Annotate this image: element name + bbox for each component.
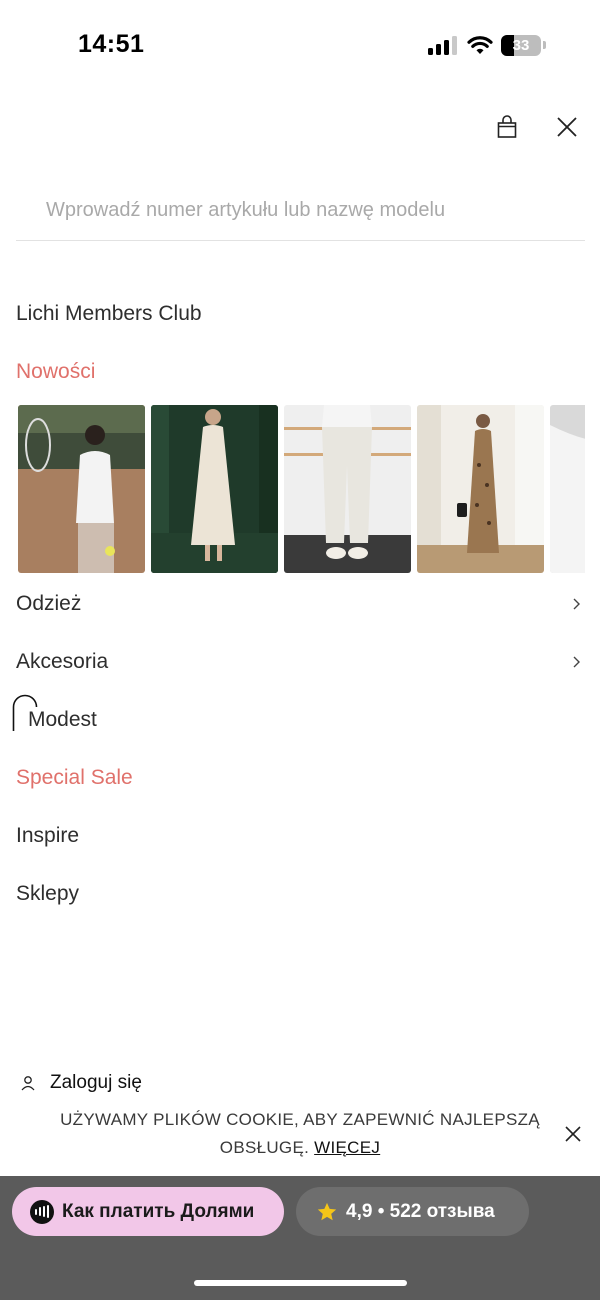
product-image: [550, 405, 585, 573]
status-bar: 14:51 33: [0, 0, 600, 90]
status-time: 14:51: [78, 30, 145, 58]
cookie-text: UŻYWAMY PLIKÓW COOKIE, ABY ZAPEWNIĆ NAJL…: [40, 1106, 560, 1162]
cellular-signal-icon: [428, 35, 457, 55]
shopping-bag-icon: [497, 115, 517, 138]
menu-item-label: Nowości: [16, 360, 96, 383]
menu-item-special-sale[interactable]: Special Sale: [16, 766, 585, 790]
menu-item-label: Akcesoria: [16, 650, 109, 673]
menu-item-modest[interactable]: Modest: [28, 708, 585, 732]
new-arrivals-carousel[interactable]: [18, 405, 585, 574]
menu-item-label: Odzież: [16, 592, 82, 615]
dolyami-logo-icon: [30, 1199, 54, 1224]
login-label: Zaloguj się: [50, 1072, 142, 1093]
menu-item-label: Inspire: [16, 824, 80, 847]
rating-label: 4,9 • 522 отзыва: [346, 1200, 495, 1222]
product-tile[interactable]: [284, 405, 411, 573]
cookie-more-link[interactable]: WIĘCEJ: [314, 1138, 380, 1157]
status-icons: 33: [428, 33, 546, 57]
battery-icon: 33: [501, 34, 541, 56]
product-image: [151, 405, 278, 573]
header-actions: [492, 112, 582, 142]
cookie-close-button[interactable]: [562, 1124, 584, 1146]
menu-item-clothing[interactable]: Odzież: [16, 592, 585, 616]
wifi-icon: [467, 36, 493, 54]
menu-item-inspire[interactable]: Inspire: [16, 824, 585, 848]
home-indicator[interactable]: [194, 1280, 407, 1286]
product-image: [18, 405, 145, 573]
battery-cap: [543, 41, 546, 49]
login-link[interactable]: Zaloguj się: [20, 1072, 142, 1094]
close-icon: [557, 117, 577, 137]
pay-button-label: Как платить Долями: [62, 1200, 255, 1222]
chevron-right-icon: [573, 656, 580, 668]
shopping-bag-button[interactable]: [492, 112, 522, 142]
product-tile[interactable]: [550, 405, 585, 573]
menu-item-stores[interactable]: Sklepy: [16, 882, 585, 906]
product-image: [417, 405, 544, 573]
reviews-rating-button[interactable]: 4,9 • 522 отзыва: [296, 1187, 529, 1236]
star-icon: [317, 1202, 337, 1220]
close-icon: [565, 1125, 581, 1142]
menu-item-accessories[interactable]: Akcesoria: [16, 650, 585, 674]
battery-percent: 33: [512, 36, 530, 54]
cookie-banner: UŻYWAMY PLIKÓW COOKIE, ABY ZAPEWNIĆ NAJL…: [0, 1092, 600, 1176]
search-bar: [16, 188, 585, 241]
close-menu-button[interactable]: [552, 112, 582, 142]
cookie-message: UŻYWAMY PLIKÓW COOKIE, ABY ZAPEWNIĆ NAJL…: [60, 1110, 540, 1157]
menu-item-label: Lichi Members Club: [16, 302, 202, 325]
menu-item-members-club[interactable]: Lichi Members Club: [16, 302, 585, 326]
search-input[interactable]: [16, 188, 585, 232]
product-tile[interactable]: [417, 405, 544, 573]
bottom-bar: Как платить Долями 4,9 • 522 отзыва: [0, 1176, 600, 1300]
product-image: [284, 405, 411, 573]
product-tile[interactable]: [18, 405, 145, 573]
menu-item-label: Special Sale: [16, 766, 133, 789]
menu-item-new[interactable]: Nowości: [16, 360, 585, 384]
chevron-right-icon: [573, 598, 580, 610]
product-tile[interactable]: [151, 405, 278, 573]
menu-item-label: Modest: [28, 708, 97, 731]
user-icon: [21, 1076, 35, 1091]
menu-item-label: Sklepy: [16, 882, 80, 905]
pay-in-parts-button[interactable]: Как платить Долями: [12, 1187, 284, 1236]
